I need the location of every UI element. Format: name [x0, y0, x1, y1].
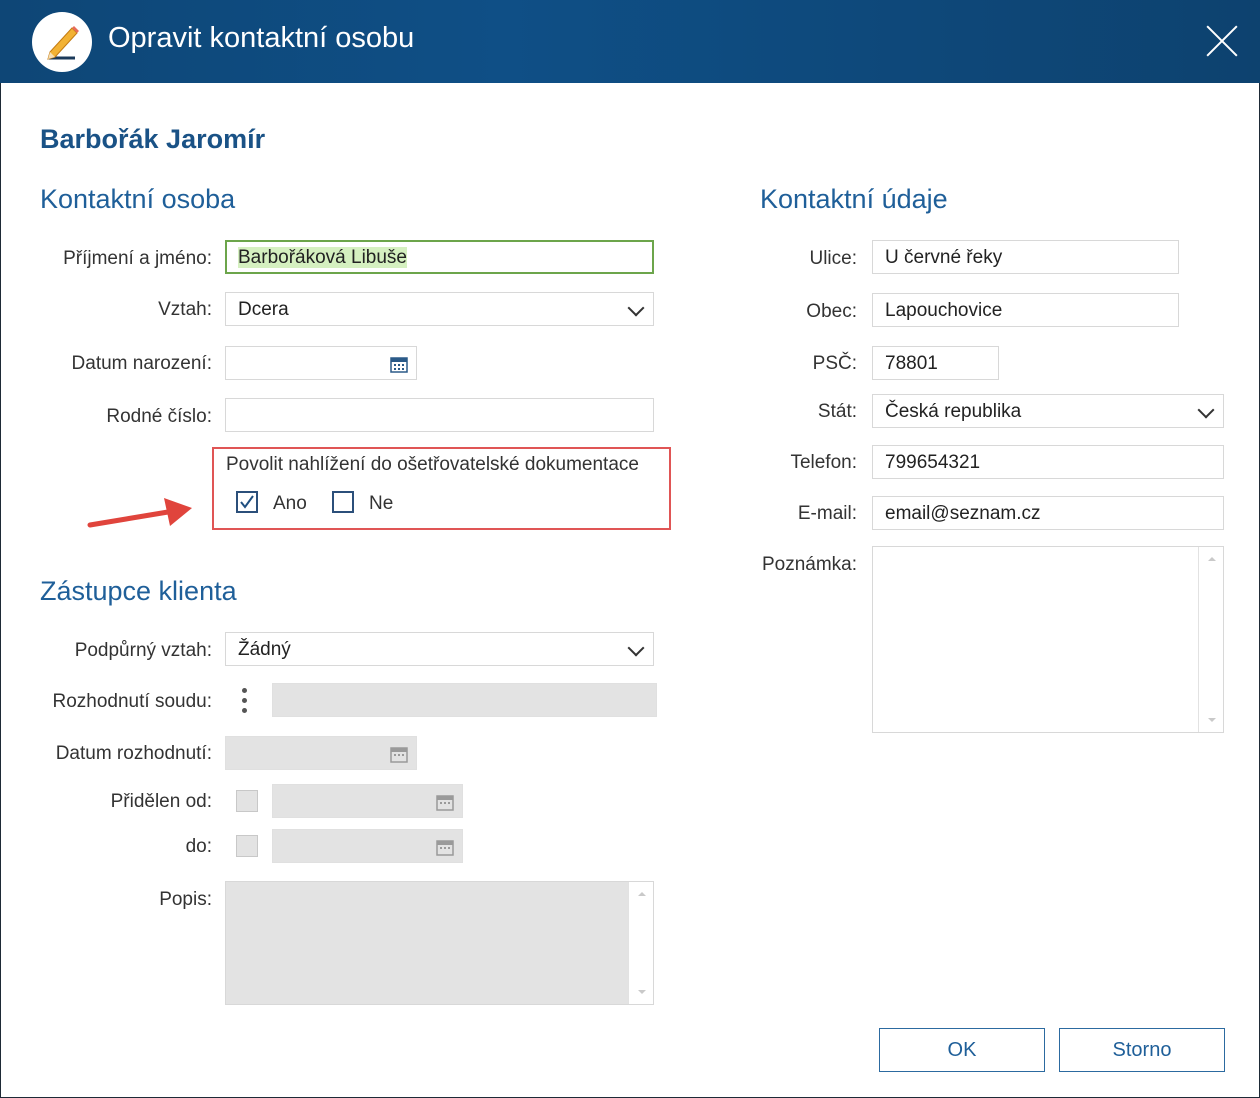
calendar-icon: [436, 840, 454, 856]
support-label: Podpůrný vztah:: [74, 640, 212, 661]
street-value: U červné řeky: [885, 247, 1003, 268]
assigned-from-checkbox: [236, 790, 258, 812]
yes-label: Ano: [273, 493, 307, 514]
street-label: Ulice:: [809, 248, 857, 269]
close-icon[interactable]: [1202, 22, 1242, 62]
note-label: Poznámka:: [761, 554, 857, 575]
birth-number-input[interactable]: [225, 398, 654, 432]
window-title: Opravit kontaktní osobu: [108, 22, 415, 54]
city-value: Lapouchovice: [885, 300, 1003, 321]
yes-checkbox[interactable]: [236, 491, 258, 513]
note-textarea[interactable]: [872, 546, 1224, 733]
chevron-down-icon: [1197, 401, 1215, 419]
no-checkbox[interactable]: [332, 491, 354, 513]
calendar-icon: [436, 795, 454, 811]
email-value: email@seznam.cz: [885, 503, 1041, 524]
zip-value: 78801: [885, 353, 938, 374]
city-input[interactable]: Lapouchovice: [872, 293, 1179, 327]
phone-value: 799654321: [885, 452, 981, 473]
birthdate-input[interactable]: [225, 346, 417, 380]
court-decision-label: Rozhodnutí soudu:: [52, 691, 212, 712]
calendar-icon: [390, 747, 408, 763]
ok-button[interactable]: OK: [879, 1028, 1045, 1072]
checkmark-icon: [240, 495, 254, 509]
assigned-to-input: [272, 829, 463, 863]
vertical-dots-icon[interactable]: [242, 688, 248, 718]
permission-label: Povolit nahlížení do ošetřovatelské doku…: [226, 454, 639, 475]
surname-input[interactable]: Barbořáková Libuše: [225, 240, 654, 274]
email-label: E-mail:: [797, 503, 857, 524]
surname-label: Příjmení a jméno:: [63, 248, 212, 269]
support-select[interactable]: Žádný: [225, 632, 654, 666]
phone-input[interactable]: 799654321: [872, 445, 1224, 479]
decision-date-input: [225, 736, 417, 770]
phone-label: Telefon:: [790, 452, 857, 473]
chevron-down-icon: [627, 299, 645, 317]
assigned-to-checkbox: [236, 835, 258, 857]
support-value: Žádný: [238, 639, 291, 660]
email-input[interactable]: email@seznam.cz: [872, 496, 1224, 530]
section-title-contact-person: Kontaktní osoba: [40, 184, 236, 214]
birth-number-label: Rodné číslo:: [106, 406, 212, 427]
cancel-button[interactable]: Storno: [1059, 1028, 1225, 1072]
section-title-contact-info: Kontaktní údaje: [760, 184, 948, 214]
city-label: Obec:: [806, 301, 857, 322]
no-label: Ne: [369, 493, 394, 514]
assigned-to-label: do:: [185, 836, 212, 857]
section-title-representative: Zástupce klienta: [40, 576, 237, 606]
relation-label: Vztah:: [158, 299, 212, 320]
assigned-from-input: [272, 784, 463, 818]
court-decision-input: [272, 683, 657, 717]
description-label: Popis:: [159, 889, 212, 910]
client-name: Barbořák Jaromír: [40, 124, 266, 154]
zip-label: PSČ:: [812, 353, 857, 374]
pencil-icon: [32, 12, 92, 72]
country-label: Stát:: [817, 401, 857, 422]
assigned-from-label: Přidělen od:: [110, 791, 212, 812]
surname-value: Barbořáková Libuše: [238, 247, 407, 268]
country-select[interactable]: Česká republika: [872, 394, 1224, 428]
decision-date-label: Datum rozhodnutí:: [55, 743, 212, 764]
red-arrow-icon: [87, 498, 192, 528]
scrollbar[interactable]: [628, 882, 653, 1004]
chevron-down-icon: [627, 639, 645, 657]
calendar-icon[interactable]: [390, 356, 408, 373]
title-bar: Opravit kontaktní osobu: [0, 0, 1260, 83]
street-input[interactable]: U červné řeky: [872, 240, 1179, 274]
zip-input[interactable]: 78801: [872, 346, 999, 380]
country-value: Česká republika: [885, 401, 1022, 422]
relation-value: Dcera: [238, 299, 289, 320]
relation-select[interactable]: Dcera: [225, 292, 654, 326]
birthdate-label: Datum narození:: [71, 353, 212, 374]
description-textarea: [225, 881, 654, 1005]
scrollbar[interactable]: [1198, 547, 1223, 732]
